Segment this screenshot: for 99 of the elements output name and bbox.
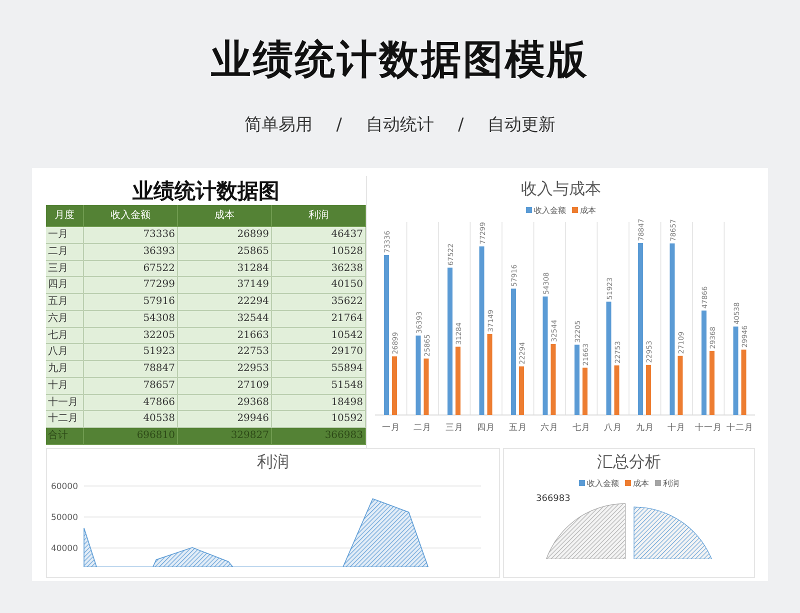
column-header: 利润 [272,205,366,227]
table-cell: 九月 [46,361,84,378]
table-cell: 10592 [272,411,366,428]
table-cell: 十一月 [46,394,84,412]
table-cell: 40150 [272,277,366,294]
table-cell: 78847 [84,361,178,378]
axis-tick-label: 50000 [50,513,78,523]
bar [582,368,587,415]
table-cell: 29368 [178,394,272,412]
table-cell: 二月 [46,244,84,260]
table-cell: 31284 [178,260,272,278]
axis-tick-label: 60000 [50,482,78,492]
table-cell: 67522 [84,260,178,278]
table-cell: 27109 [178,378,272,394]
chart-title: 收入与成本 [521,178,601,200]
legend-label: 成本 [633,478,649,488]
table-cell: 25865 [178,244,272,260]
column-header: 成本 [178,205,272,227]
axis-label: 九月 [635,423,654,433]
axis-tick-label: 40000 [50,544,78,554]
table-cell: 29170 [272,344,366,361]
chart-title: 利润 [257,451,289,473]
page-title: 业绩统计数据图模版 [211,36,589,85]
bar [677,356,682,415]
axis-label: 六月 [540,423,558,433]
table-cell: 55894 [272,361,366,378]
table-cell: 57916 [84,294,178,311]
table-cell: 46437 [272,227,366,244]
table-cell: 47866 [84,394,178,412]
table-cell: 21764 [272,310,366,328]
total-cell: 366983 [272,428,366,445]
table-cell: 51548 [272,378,366,394]
table-cell: 36238 [272,260,366,278]
table-cell: 21663 [178,328,272,344]
axis-label: 四月 [476,423,495,433]
total-cell: 696810 [84,428,178,445]
table-cell: 六月 [46,310,84,328]
column-header: 收入金额 [84,205,178,227]
bar [740,350,746,415]
table-title: 业绩统计数据图 [132,177,280,205]
axis-label: 十月 [667,423,686,433]
table-cell: 35622 [272,294,366,311]
table-cell: 10542 [272,328,366,344]
table-cell: 51923 [84,344,178,361]
total-cell: 合计 [46,428,84,445]
table-cell: 三月 [46,260,84,278]
axis-label: 三月 [444,423,463,433]
table-cell: 29946 [178,411,272,428]
total-cell: 329827 [178,428,272,445]
bar [574,344,579,415]
axis-label: 五月 [508,423,526,433]
table-cell: 四月 [46,277,84,294]
column-header: 月度 [46,205,84,227]
table-cell: 36393 [84,244,178,260]
table-cell: 54308 [84,310,178,328]
table-cell: 37149 [178,277,272,294]
bar [423,358,428,415]
table-cell: 十二月 [46,411,84,428]
table-cell: 26899 [178,227,272,244]
axis-label: 八月 [604,423,622,433]
tagline-text: 简单易用 [244,114,312,137]
table-cell: 32205 [84,328,178,344]
legend-label: 收入金额 [587,478,619,488]
legend-label: 利润 [663,478,679,488]
bar [455,346,460,415]
table-cell: 八月 [46,344,84,361]
table-cell: 一月 [46,227,84,244]
bar [392,356,396,415]
legend-label: 成本 [580,204,596,216]
table-cell: 73336 [84,227,178,244]
table-cell: 五月 [46,294,84,311]
bar [518,366,524,415]
table-cell: 32544 [178,310,272,328]
tagline-text: 自动更新 [488,114,556,137]
pie-value-label: 366983 [536,494,570,504]
table-cell: 十月 [46,378,84,394]
table-cell: 22753 [178,344,272,361]
legend-label: 收入金额 [534,204,566,216]
table-cell: 40538 [84,411,178,428]
table-cell: 78657 [84,378,178,394]
axis-label: 二月 [413,423,432,433]
separator-text: / [336,114,342,137]
axis-label: 十一月 [694,423,722,433]
table-cell: 18498 [272,394,366,412]
table-cell: 22953 [178,361,272,378]
bar [709,350,714,415]
axis-label: 七月 [572,423,590,433]
table-cell: 七月 [46,328,84,344]
table-cell: 22294 [178,294,272,311]
bar [550,344,556,415]
axis-label: 十二月 [726,423,754,433]
separator-text: / [458,114,464,137]
axis-label: 一月 [381,423,400,433]
bar [646,364,650,415]
chart-title: 汇总分析 [597,451,661,473]
table-cell: 77299 [84,277,178,294]
tagline-text: 自动统计 [366,114,434,137]
bar [614,365,619,415]
table-cell: 10528 [272,244,366,260]
